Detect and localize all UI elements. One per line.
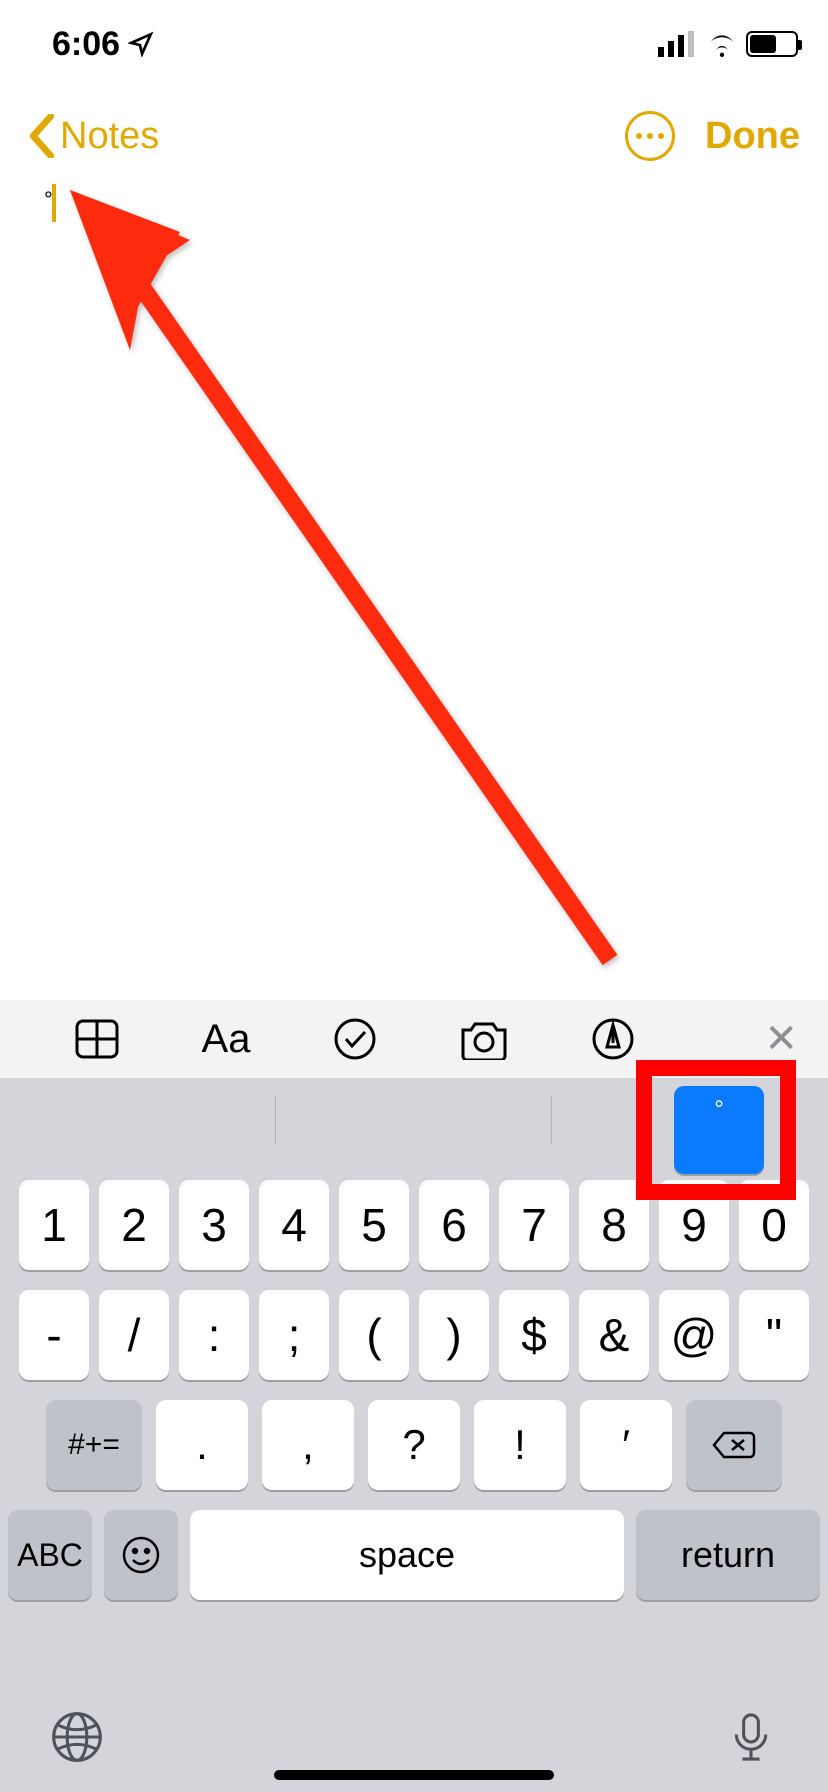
key-paren-close[interactable]: )	[419, 1290, 489, 1380]
key-semicolon[interactable]: ;	[259, 1290, 329, 1380]
key-slash[interactable]: /	[99, 1290, 169, 1380]
key-abc[interactable]: ABC	[8, 1510, 92, 1600]
key-colon[interactable]: :	[179, 1290, 249, 1380]
nav-bar: Notes Done	[0, 88, 828, 184]
key-return[interactable]: return	[636, 1510, 820, 1600]
key-4[interactable]: 4	[259, 1180, 329, 1270]
key-dash[interactable]: -	[19, 1290, 89, 1380]
predictive-slot-1[interactable]	[276, 1078, 552, 1162]
done-button[interactable]: Done	[705, 115, 800, 158]
key-3[interactable]: 3	[179, 1180, 249, 1270]
markup-icon[interactable]	[586, 1012, 640, 1066]
key-symbols-shift[interactable]: #+=	[46, 1400, 142, 1490]
status-bar: 6:06	[0, 0, 828, 88]
key-row-4: ABC space return	[8, 1510, 820, 1600]
key-amp[interactable]: &	[579, 1290, 649, 1380]
battery-icon	[746, 31, 798, 57]
keyboard-bottom-row	[0, 1710, 828, 1764]
note-editor[interactable]: °	[0, 184, 828, 862]
key-at[interactable]: @	[659, 1290, 729, 1380]
key-apostrophe[interactable]: ′	[580, 1400, 672, 1490]
predictive-slot-0[interactable]	[0, 1078, 276, 1162]
keyboard: 1 2 3 4 5 6 7 8 9 0 - / : ; ( ) $ & @ " …	[0, 1162, 828, 1792]
camera-icon[interactable]	[457, 1012, 511, 1066]
status-time: 6:06	[52, 25, 120, 64]
key-dollar[interactable]: $	[499, 1290, 569, 1380]
key-row-2: - / : ; ( ) $ & @ "	[8, 1290, 820, 1380]
back-button[interactable]: Notes	[28, 114, 159, 158]
key-paren-open[interactable]: (	[339, 1290, 409, 1380]
location-icon	[128, 31, 154, 57]
wifi-icon	[704, 31, 740, 57]
key-comma[interactable]: ,	[262, 1400, 354, 1490]
annotation-highlight	[636, 1060, 796, 1200]
key-1[interactable]: 1	[19, 1180, 89, 1270]
checklist-icon[interactable]	[328, 1012, 382, 1066]
key-backspace[interactable]	[686, 1400, 782, 1490]
text-format-icon[interactable]: Aa	[199, 1012, 253, 1066]
key-5[interactable]: 5	[339, 1180, 409, 1270]
key-2[interactable]: 2	[99, 1180, 169, 1270]
key-period[interactable]: .	[156, 1400, 248, 1490]
more-button[interactable]	[625, 111, 675, 161]
backspace-icon	[712, 1429, 756, 1461]
text-caret	[52, 184, 56, 222]
back-label: Notes	[60, 115, 159, 158]
key-space[interactable]: space	[190, 1510, 624, 1600]
globe-icon[interactable]	[50, 1710, 104, 1764]
home-indicator[interactable]	[274, 1770, 554, 1780]
key-exclaim[interactable]: !	[474, 1400, 566, 1490]
table-icon[interactable]	[70, 1012, 124, 1066]
key-emoji[interactable]	[104, 1510, 178, 1600]
emoji-icon	[121, 1535, 161, 1575]
key-question[interactable]: ?	[368, 1400, 460, 1490]
key-quote[interactable]: "	[739, 1290, 809, 1380]
cellular-icon	[658, 31, 698, 57]
dictation-icon[interactable]	[724, 1710, 778, 1764]
key-7[interactable]: 7	[499, 1180, 569, 1270]
key-row-3: #+= . , ? ! ′	[8, 1400, 820, 1490]
key-6[interactable]: 6	[419, 1180, 489, 1270]
close-toolbar-icon[interactable]: ✕	[764, 1016, 798, 1062]
